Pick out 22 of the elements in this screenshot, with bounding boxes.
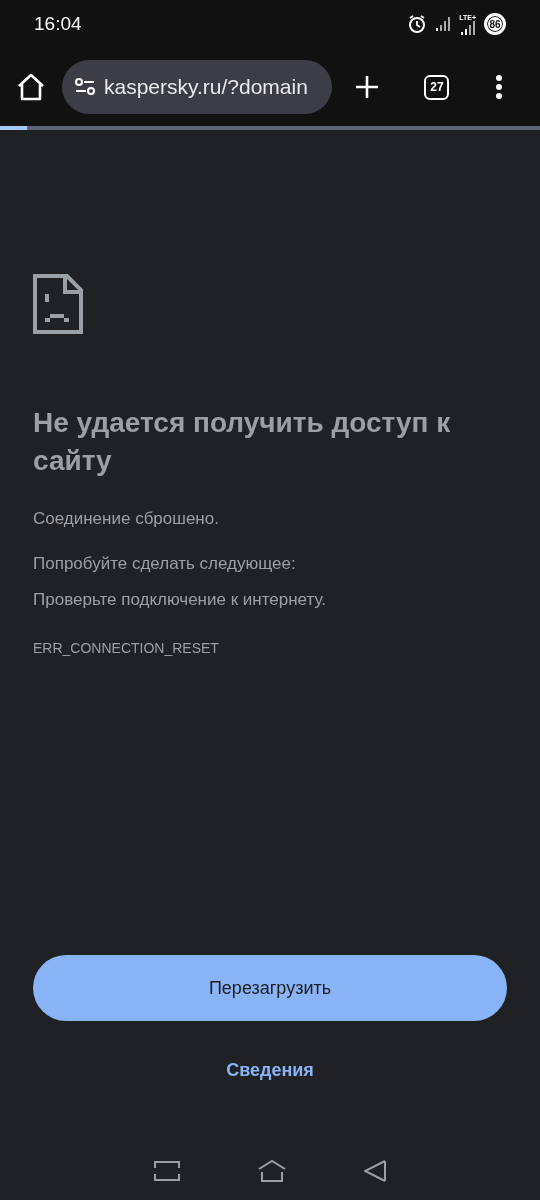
battery-level: 86 (484, 13, 506, 35)
suggestion-text: Проверьте подключение к интернету. (33, 588, 327, 611)
signal-icon (460, 20, 476, 35)
error-title: Не удается получить доступ к сайту (33, 406, 452, 478)
signal-icon (435, 16, 452, 32)
sad-page-icon (33, 274, 83, 334)
tab-switcher[interactable]: 27 (424, 74, 450, 100)
status-time: 16:04 (34, 11, 82, 36)
site-settings-icon[interactable] (74, 77, 96, 97)
url-text: kaspersky.ru/?domain (104, 74, 308, 101)
alarm-icon (407, 14, 428, 34)
error-code: ERR_CONNECTION_RESET (33, 639, 220, 659)
reload-button[interactable]: Перезагрузить (33, 955, 507, 1021)
back-icon[interactable] (364, 1160, 386, 1182)
recent-apps-icon[interactable] (154, 1161, 180, 1181)
address-bar[interactable]: kaspersky.ru/?domain (62, 60, 332, 114)
details-link[interactable]: Сведения (214, 1051, 326, 1090)
menu-icon[interactable] (495, 74, 504, 100)
new-tab-icon[interactable] (354, 75, 379, 99)
error-message: Соединение сброшено. (33, 507, 220, 530)
suggestions-heading: Попробуйте сделать следующее: (33, 553, 297, 576)
home-icon[interactable] (258, 1160, 286, 1182)
